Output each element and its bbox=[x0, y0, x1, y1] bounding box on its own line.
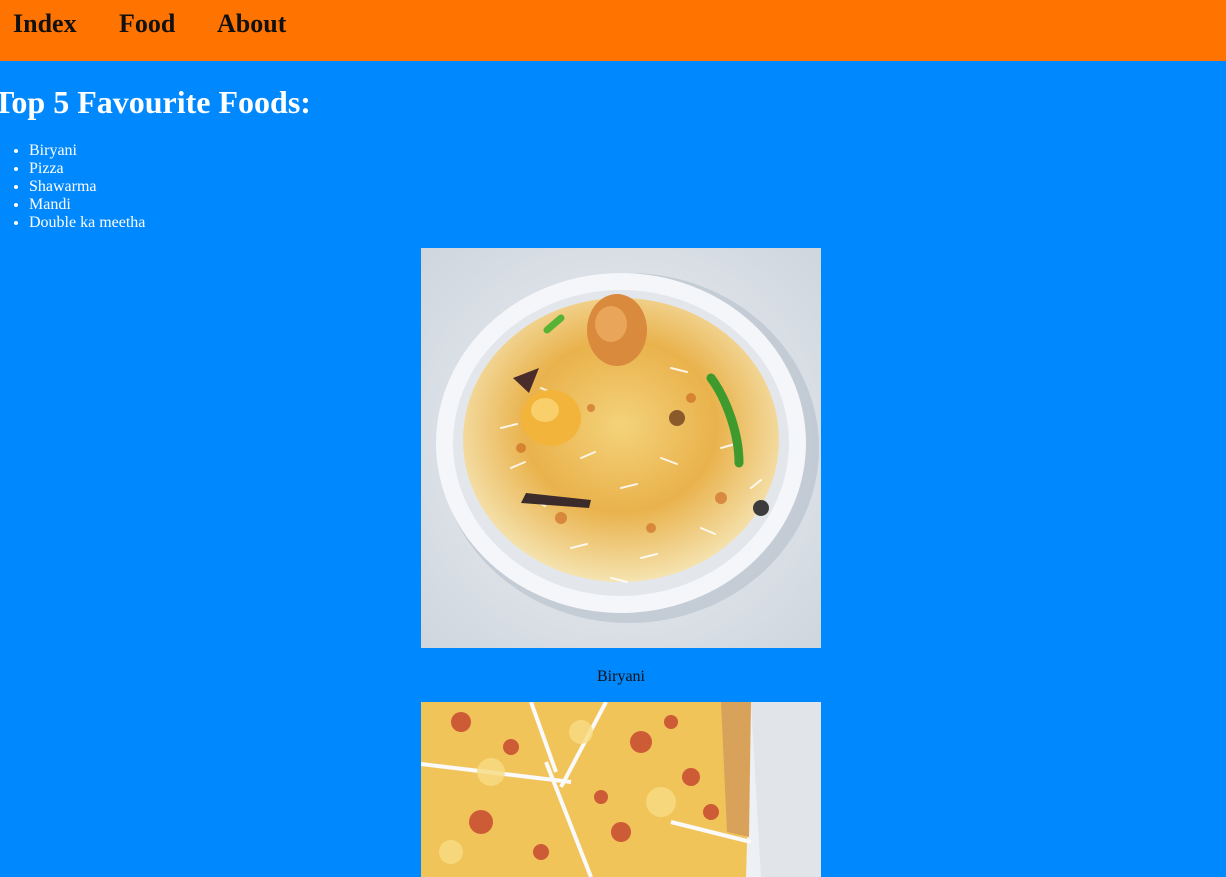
page-title: Top 5 Favourite Foods: bbox=[0, 84, 311, 120]
list-item: Biryani bbox=[29, 142, 145, 160]
biryani-caption: Biryani bbox=[597, 668, 645, 685]
food-list: Biryani Pizza Shawarma Mandi Double ka m… bbox=[0, 142, 145, 232]
nav-link-about[interactable]: About bbox=[217, 7, 286, 41]
navbar: Index Food About bbox=[0, 0, 1226, 61]
list-item: Pizza bbox=[29, 160, 145, 178]
pizza-photo bbox=[421, 702, 821, 877]
nav-link-index[interactable]: Index bbox=[13, 7, 77, 41]
nav-link-food[interactable]: Food bbox=[119, 7, 175, 41]
biryani-photo bbox=[421, 248, 821, 648]
list-item: Shawarma bbox=[29, 178, 145, 196]
list-item: Double ka meetha bbox=[29, 214, 145, 232]
list-item: Mandi bbox=[29, 196, 145, 214]
